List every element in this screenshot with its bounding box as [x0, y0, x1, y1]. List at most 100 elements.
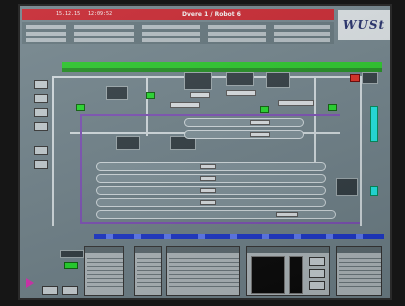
drying-lane[interactable] — [184, 130, 304, 139]
value-field[interactable] — [170, 102, 200, 108]
panel-button[interactable] — [309, 281, 325, 290]
panel-button[interactable] — [309, 257, 325, 266]
machine-unit[interactable] — [226, 72, 254, 86]
conveyor-carrier — [230, 234, 237, 239]
process-line — [52, 76, 54, 226]
process-line — [146, 76, 148, 136]
robot-unit[interactable] — [116, 136, 140, 150]
drying-lane[interactable] — [184, 118, 304, 127]
machine-unit[interactable] — [106, 86, 128, 100]
panel-header — [135, 247, 161, 253]
value-field[interactable] — [250, 120, 270, 125]
info-panel — [134, 246, 162, 296]
status-cell[interactable] — [142, 25, 200, 29]
info-panel — [246, 246, 330, 296]
status-cell[interactable] — [274, 32, 330, 36]
info-panel — [336, 246, 382, 296]
clock-display: 12:09:52 — [88, 11, 113, 17]
conveyor-carrier — [164, 234, 171, 239]
value-field[interactable] — [200, 188, 216, 193]
conveyor-carrier — [198, 234, 205, 239]
side-button[interactable] — [34, 108, 48, 117]
status-indicator[interactable] — [260, 106, 269, 113]
status-indicator[interactable] — [64, 262, 78, 269]
machine-unit[interactable] — [362, 72, 378, 84]
robot-unit[interactable] — [336, 178, 358, 196]
status-cell[interactable] — [208, 25, 266, 29]
panel-header — [85, 247, 123, 253]
status-cell[interactable] — [274, 38, 330, 42]
conveyor-track[interactable] — [94, 234, 384, 239]
value-field[interactable] — [226, 90, 256, 96]
value-field[interactable] — [190, 92, 210, 98]
side-button[interactable] — [34, 160, 48, 169]
process-line — [314, 76, 316, 166]
machine-unit[interactable] — [266, 72, 290, 88]
purple-pipe — [80, 114, 340, 116]
control-button[interactable] — [42, 286, 58, 295]
panel-rows — [137, 255, 161, 287]
conveyor-carrier — [262, 234, 269, 239]
bottom-panels — [84, 244, 384, 298]
info-panel — [84, 246, 124, 296]
status-indicator[interactable] — [146, 92, 155, 99]
play-icon[interactable] — [26, 278, 34, 288]
side-button[interactable] — [34, 122, 48, 131]
machine-unit[interactable] — [60, 250, 84, 258]
status-cell[interactable] — [74, 25, 134, 29]
purple-pipe — [80, 222, 360, 224]
status-cell[interactable] — [26, 32, 66, 36]
side-button[interactable] — [34, 146, 48, 155]
status-cell[interactable] — [26, 25, 66, 29]
alarm-indicator[interactable] — [350, 74, 360, 82]
level-indicator[interactable] — [370, 106, 378, 142]
readout-display — [251, 256, 285, 294]
status-cell[interactable] — [142, 32, 200, 36]
status-cell[interactable] — [74, 32, 134, 36]
panel-button[interactable] — [309, 269, 325, 278]
side-button[interactable] — [34, 94, 48, 103]
info-panel — [166, 246, 240, 296]
status-cell[interactable] — [74, 38, 134, 42]
hmi-screen: 15.12.15 12:09:52 Dvere 1 / Robot 6 WUSt — [18, 4, 392, 300]
value-field[interactable] — [200, 176, 216, 181]
conveyor-carrier — [106, 234, 113, 239]
conveyor-carrier — [134, 234, 141, 239]
status-cell[interactable] — [142, 38, 200, 42]
side-button[interactable] — [34, 80, 48, 89]
process-line — [360, 76, 362, 226]
window-title: Dvere 1 / Robot 6 — [182, 11, 241, 18]
status-cell[interactable] — [274, 25, 330, 29]
status-cell[interactable] — [208, 32, 266, 36]
drying-lane[interactable] — [96, 210, 336, 219]
status-cell[interactable] — [208, 38, 266, 42]
panel-rows — [169, 255, 239, 287]
date-display: 15.12.15 — [56, 11, 81, 17]
conveyor-carrier — [326, 234, 333, 239]
alarm-status-bar-secondary[interactable] — [62, 68, 382, 72]
company-logo: WUSt — [338, 10, 390, 40]
panel-header — [167, 247, 239, 253]
panel-rows — [339, 255, 381, 287]
value-field[interactable] — [200, 164, 216, 169]
control-button[interactable] — [62, 286, 78, 295]
monitor-frame: 15.12.15 12:09:52 Dvere 1 / Robot 6 WUSt — [0, 0, 405, 306]
level-indicator[interactable] — [370, 186, 378, 196]
purple-pipe — [80, 114, 82, 224]
value-field[interactable] — [278, 100, 314, 106]
top-status-grid — [22, 22, 334, 44]
conveyor-carrier — [294, 234, 301, 239]
panel-rows — [87, 255, 123, 287]
conveyor-carrier — [356, 234, 363, 239]
status-indicator[interactable] — [328, 104, 337, 111]
panel-header — [247, 247, 329, 253]
value-field[interactable] — [200, 200, 216, 205]
panel-header — [337, 247, 381, 253]
title-bar: 15.12.15 12:09:52 Dvere 1 / Robot 6 — [22, 9, 334, 20]
status-cell[interactable] — [26, 38, 66, 42]
value-field[interactable] — [276, 212, 298, 217]
readout-display — [289, 256, 303, 294]
value-field[interactable] — [250, 132, 270, 137]
machine-unit[interactable] — [184, 72, 212, 90]
status-indicator[interactable] — [76, 104, 85, 111]
